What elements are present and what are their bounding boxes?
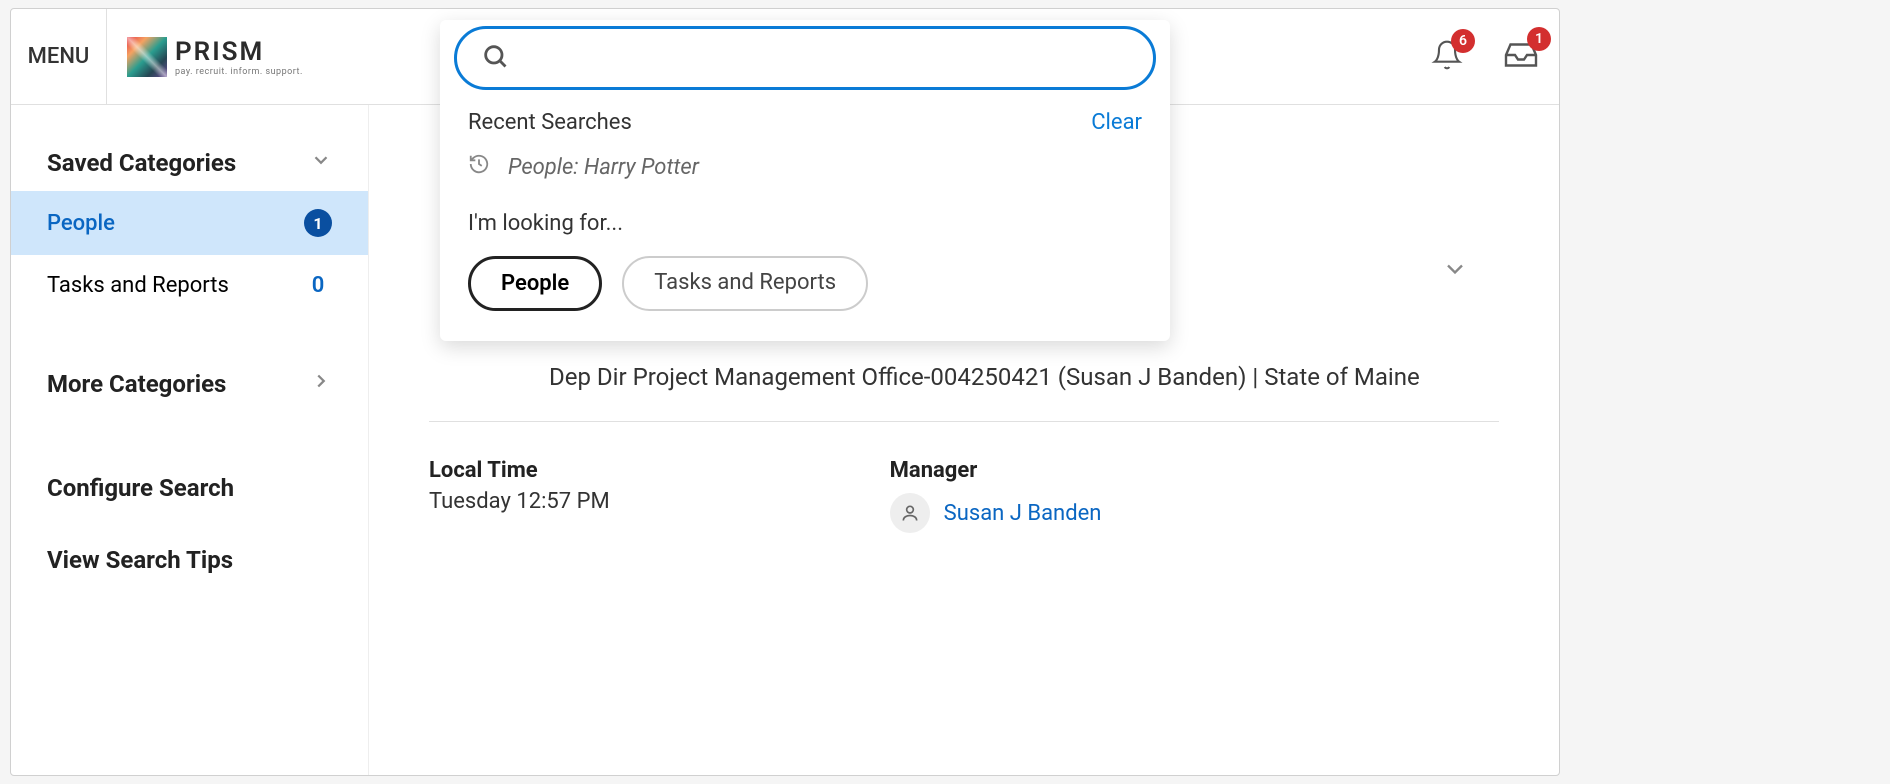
recent-search-item[interactable]: People: Harry Potter bbox=[468, 153, 1142, 181]
result-subtitle: Dep Dir Project Management Office-004250… bbox=[549, 363, 1499, 391]
manager-link[interactable]: Susan J Banden bbox=[944, 501, 1102, 526]
manager-label: Manager bbox=[890, 458, 1102, 483]
looking-for-label: I'm looking for... bbox=[468, 211, 1142, 236]
detail-row: Local Time Tuesday 12:57 PM Manager Susa… bbox=[429, 458, 1499, 533]
recent-searches-label: Recent Searches bbox=[468, 110, 632, 135]
scope-chip-tasks-and-reports[interactable]: Tasks and Reports bbox=[622, 256, 868, 311]
inbox-button[interactable]: 1 bbox=[1503, 37, 1539, 77]
clear-recent-button[interactable]: Clear bbox=[1091, 110, 1142, 135]
local-time-value: Tuesday 12:57 PM bbox=[429, 489, 610, 514]
scope-chip-row: People Tasks and Reports bbox=[468, 256, 1142, 311]
scope-chip-people[interactable]: People bbox=[468, 256, 602, 311]
card-collapse-toggle[interactable] bbox=[1441, 255, 1469, 287]
sidebar-item-count: 1 bbox=[304, 209, 332, 237]
person-icon bbox=[890, 493, 930, 533]
logo-icon bbox=[127, 37, 167, 77]
recent-search-text: People: Harry Potter bbox=[508, 155, 699, 180]
sidebar-item-tasks-and-reports[interactable]: Tasks and Reports 0 bbox=[11, 255, 368, 316]
sidebar-item-label: People bbox=[47, 211, 115, 236]
menu-button[interactable]: MENU bbox=[11, 9, 107, 105]
manager-block: Manager Susan J Banden bbox=[890, 458, 1102, 533]
notifications-button[interactable]: 6 bbox=[1431, 39, 1463, 75]
saved-categories-label: Saved Categories bbox=[47, 149, 236, 177]
configure-search-link[interactable]: Configure Search bbox=[11, 452, 368, 524]
local-time-block: Local Time Tuesday 12:57 PM bbox=[429, 458, 610, 533]
logo-name: PRISM bbox=[175, 37, 303, 67]
search-dropdown: Recent Searches Clear People: Harry Pott… bbox=[440, 20, 1170, 341]
search-input[interactable] bbox=[525, 43, 1129, 73]
local-time-label: Local Time bbox=[429, 458, 610, 483]
view-search-tips-link[interactable]: View Search Tips bbox=[11, 524, 368, 596]
more-categories-header[interactable]: More Categories bbox=[47, 356, 332, 412]
search-icon bbox=[481, 42, 509, 74]
sidebar-item-people[interactable]: People 1 bbox=[11, 191, 368, 255]
search-field-wrapper[interactable] bbox=[454, 26, 1156, 90]
recent-searches-header: Recent Searches Clear bbox=[468, 110, 1142, 135]
sidebar-item-count: 0 bbox=[304, 273, 332, 298]
sidebar-item-label: Tasks and Reports bbox=[47, 273, 229, 298]
sidebar: Saved Categories People 1 Tasks and Repo… bbox=[11, 105, 369, 775]
saved-categories-header[interactable]: Saved Categories bbox=[47, 135, 332, 191]
chevron-down-icon bbox=[1441, 255, 1469, 283]
topbar-actions: 6 1 bbox=[1431, 9, 1539, 105]
divider bbox=[429, 421, 1499, 422]
notifications-badge: 6 bbox=[1451, 29, 1475, 53]
more-categories-label: More Categories bbox=[47, 370, 226, 398]
chevron-right-icon bbox=[310, 370, 332, 398]
logo[interactable]: PRISM pay. recruit. inform. support. bbox=[107, 9, 323, 105]
history-icon bbox=[468, 153, 490, 181]
chevron-down-icon bbox=[310, 149, 332, 177]
inbox-badge: 1 bbox=[1527, 27, 1551, 51]
logo-tagline: pay. recruit. inform. support. bbox=[175, 67, 303, 77]
